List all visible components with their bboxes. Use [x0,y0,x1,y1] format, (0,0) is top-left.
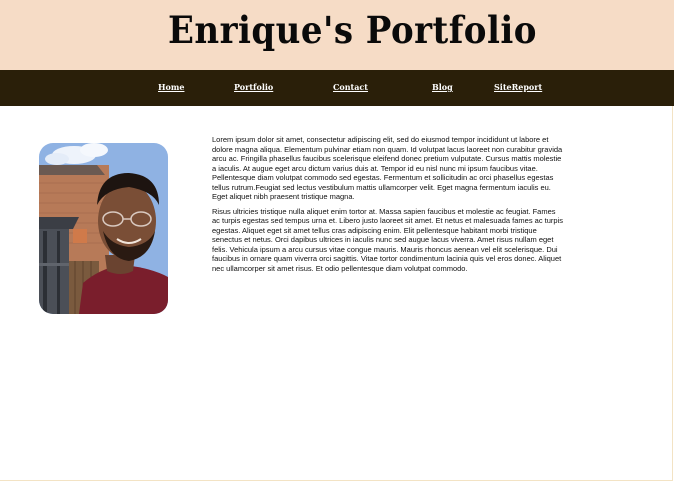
nav-bar: Home Portfolio Contact Blog SiteReport [0,70,674,106]
main-content: Lorem ipsum dolor sit amet, consectetur … [0,106,673,481]
nav-link-contact[interactable]: Contact [333,82,368,92]
nav-link-sitereport[interactable]: SiteReport [494,82,542,92]
profile-photo [39,143,168,314]
nav-link-portfolio[interactable]: Portfolio [234,82,273,92]
bio-text: Lorem ipsum dolor sit amet, consectetur … [212,135,564,278]
nav-link-blog[interactable]: Blog [432,82,453,92]
nav-link-home[interactable]: Home [158,82,184,92]
bio-paragraph-1: Lorem ipsum dolor sit amet, consectetur … [212,135,563,201]
bio-paragraph-2: Risus ultricies tristique nulla aliquet … [212,206,564,273]
site-header: Enrique's Portfolio [0,0,674,70]
portrait-image [39,143,168,314]
site-title: Enrique's Portfolio [168,8,537,52]
